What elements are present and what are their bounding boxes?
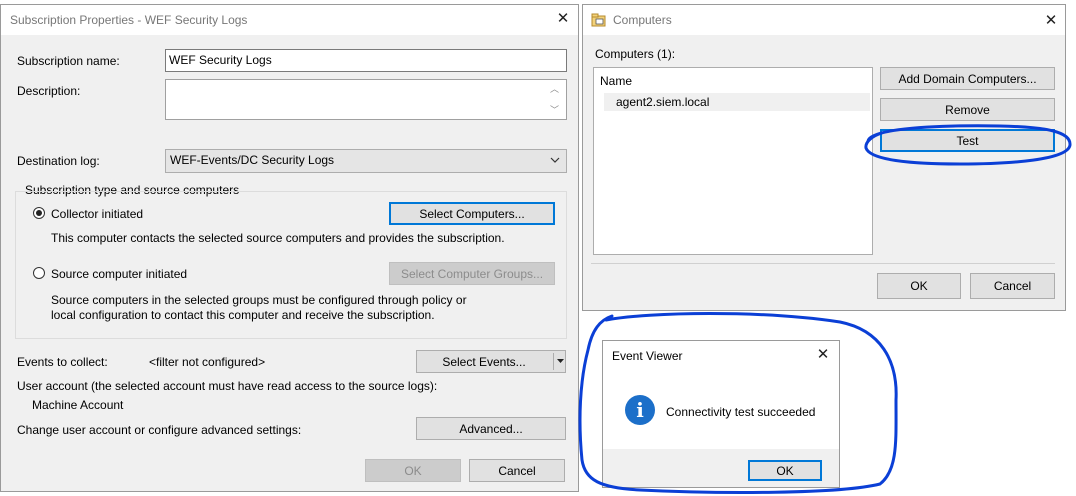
event-viewer-annotation-circle: [578, 312, 898, 494]
annotation-overlay: [578, 124, 1072, 494]
test-button-annotation-circle: [864, 124, 1072, 166]
